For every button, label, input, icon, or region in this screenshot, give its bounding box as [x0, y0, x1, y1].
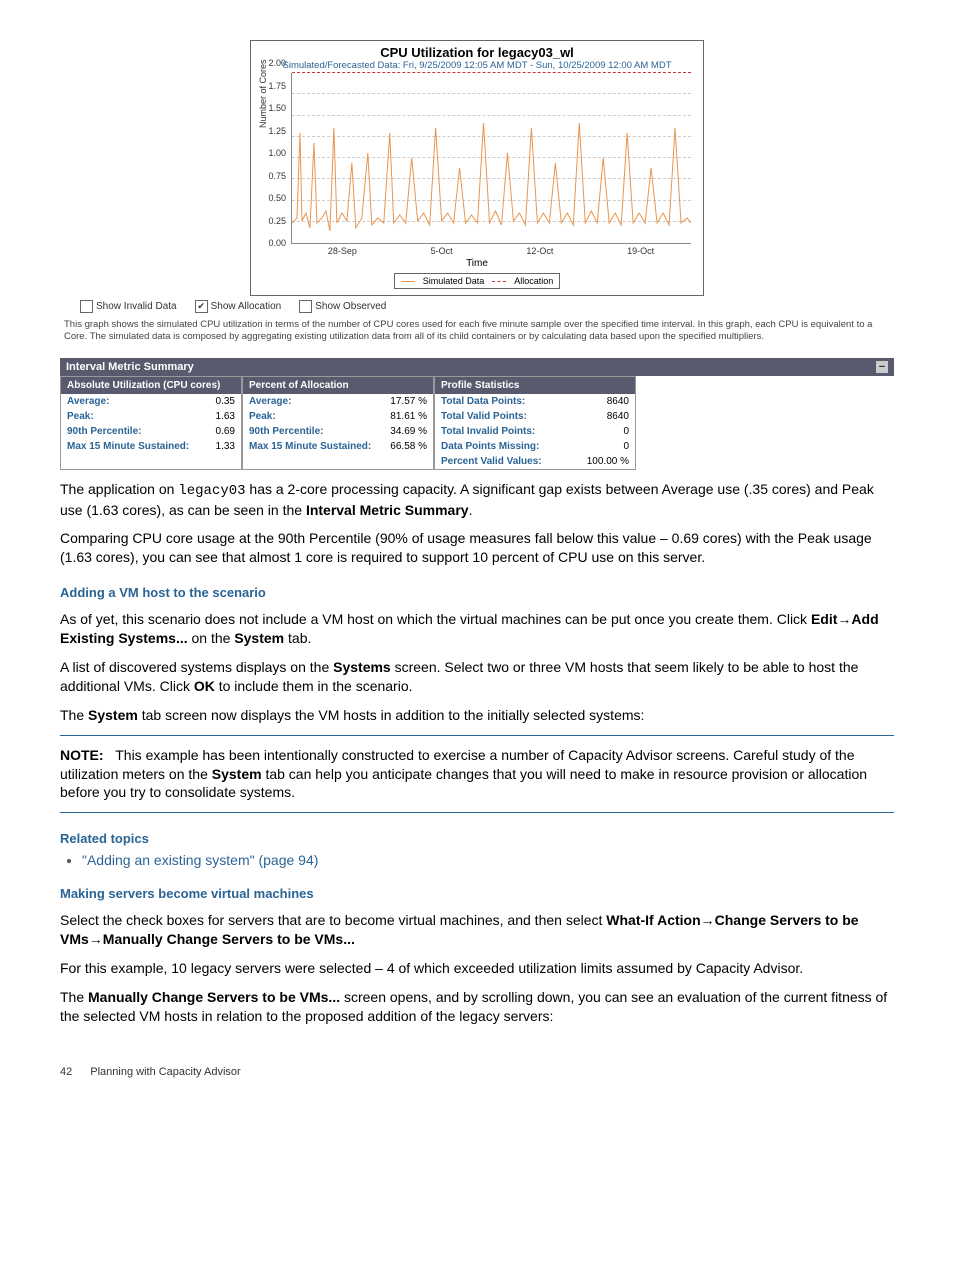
add-p1: As of yet, this scenario does not includ… — [60, 610, 894, 648]
chart-plot-area: Number of Cores 0.00 0.25 0.50 0.75 1.00… — [291, 73, 691, 244]
simulated-data-line — [292, 73, 691, 243]
note-paragraph: NOTE: This example has been intentionall… — [60, 746, 894, 803]
section-related-topics: Related topics — [60, 831, 894, 846]
add-p3: The System tab screen now displays the V… — [60, 706, 894, 725]
interval-summary-tables: Absolute Utilization (CPU cores) Average… — [60, 376, 894, 470]
interval-summary-header: Interval Metric Summary − — [60, 358, 894, 376]
x-axis-label: Time — [257, 258, 697, 269]
chart-title: CPU Utilization for legacy03_wl — [257, 45, 697, 60]
show-invalid-checkbox[interactable]: Show Invalid Data — [80, 300, 177, 313]
body-paragraph-1: The application on legacy03 has a 2-core… — [60, 480, 894, 520]
related-topics-list: "Adding an existing system" (page 94) — [82, 852, 894, 868]
chart-figure: CPU Utilization for legacy03_wl Simulate… — [60, 40, 894, 470]
related-link[interactable]: "Adding an existing system" (page 94) — [82, 852, 894, 868]
x-ticks: 28-Sep 5-Oct 12-Oct 19-Oct — [291, 246, 691, 256]
y-ticks: 0.00 0.25 0.50 0.75 1.00 1.25 1.50 1.75 … — [262, 68, 288, 248]
chart-container: CPU Utilization for legacy03_wl Simulate… — [250, 40, 704, 296]
body-paragraph-2: Comparing CPU core usage at the 90th Per… — [60, 529, 894, 567]
graph-description: This graph shows the simulated CPU utili… — [64, 319, 890, 344]
page-number: 42 — [60, 1066, 72, 1078]
collapse-icon[interactable]: − — [876, 361, 888, 373]
section-making-servers-vms: Making servers become virtual machines — [60, 886, 894, 901]
chart-options-row: Show Invalid Data ✔Show Allocation Show … — [80, 300, 894, 313]
add-p2: A list of discovered systems displays on… — [60, 658, 894, 696]
absolute-utilization-col: Absolute Utilization (CPU cores) Average… — [60, 376, 242, 470]
page-footer: 42 Planning with Capacity Advisor — [60, 1066, 894, 1078]
make-p3: The Manually Change Servers to be VMs...… — [60, 988, 894, 1026]
profile-statistics-col: Profile Statistics Total Data Points:864… — [434, 376, 636, 470]
note-rule-bottom — [60, 812, 894, 813]
show-observed-checkbox[interactable]: Show Observed — [299, 300, 386, 313]
show-allocation-checkbox[interactable]: ✔Show Allocation — [195, 300, 282, 313]
section-adding-vm-host: Adding a VM host to the scenario — [60, 585, 894, 600]
percent-allocation-col: Percent of Allocation Average:17.57 % Pe… — [242, 376, 434, 470]
chart-subtitle: Simulated/Forecasted Data: Fri, 9/25/200… — [257, 60, 697, 71]
make-p2: For this example, 10 legacy servers were… — [60, 959, 894, 978]
make-p1: Select the check boxes for servers that … — [60, 911, 894, 949]
note-rule-top — [60, 735, 894, 736]
footer-title: Planning with Capacity Advisor — [90, 1066, 240, 1078]
chart-legend: Simulated Data Allocation — [394, 273, 561, 289]
